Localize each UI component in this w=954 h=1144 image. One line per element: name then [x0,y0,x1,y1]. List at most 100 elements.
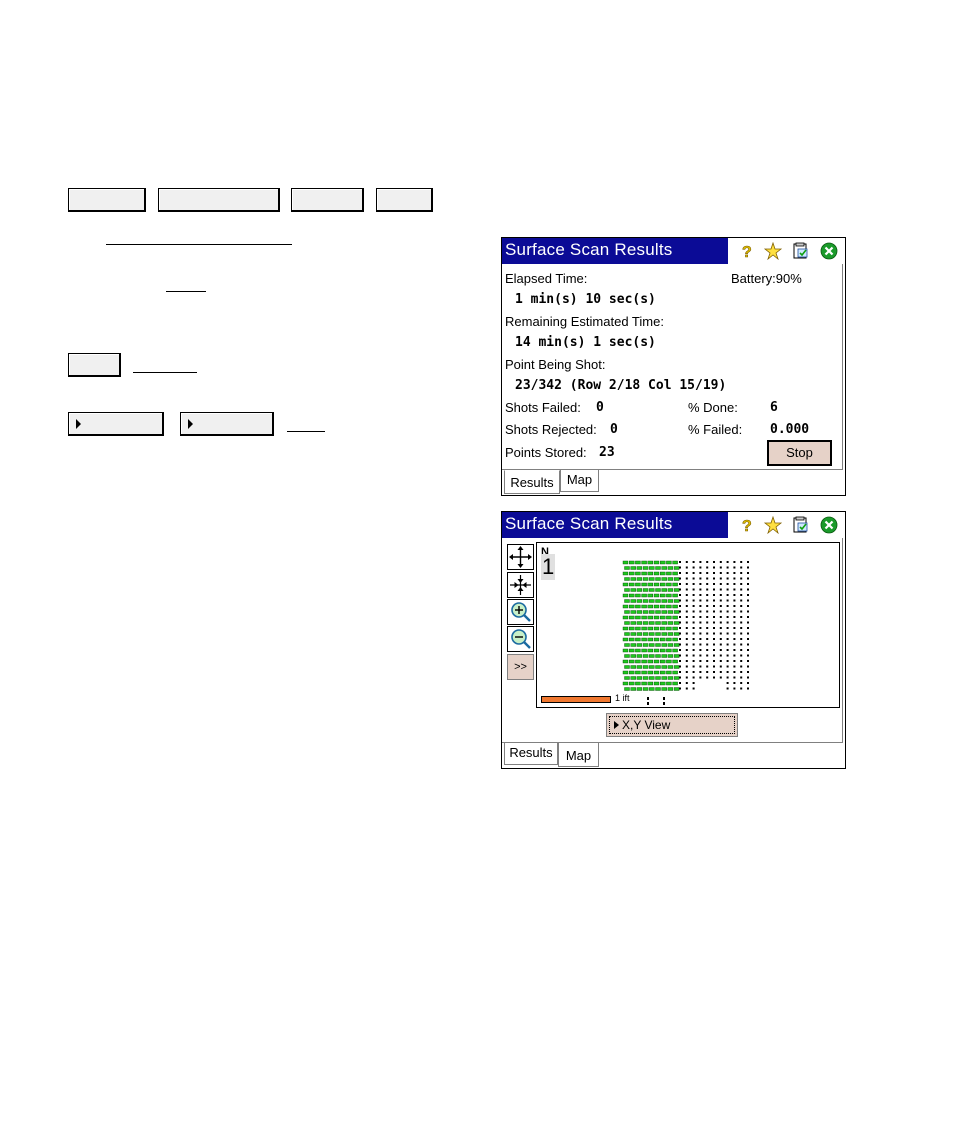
zoom-in-icon [511,602,531,622]
pending-point [733,665,736,668]
scanned-point [642,632,649,636]
underline-link-3 [133,372,197,373]
pending-point [713,632,715,635]
scanned-point [653,681,660,686]
scanned-point [649,621,655,625]
tab-map[interactable]: Map [558,743,599,767]
scale-bar [541,696,611,703]
key-button-2[interactable] [158,188,280,212]
scanned-point [649,610,655,614]
key-button-1[interactable] [68,188,146,212]
pending-point [740,594,743,596]
scanned-point [630,588,636,592]
pending-point [747,588,749,591]
star-icon[interactable] [764,516,782,534]
scanned-point [655,632,661,636]
svg-text:?: ? [742,518,752,534]
scanned-point [630,632,636,636]
help-icon[interactable]: ? [737,242,755,260]
pending-point [740,610,743,613]
pending-point [719,654,722,657]
pending-point [692,649,695,651]
scanned-point [653,571,660,576]
pending-point [699,671,702,673]
pending-point [733,561,736,563]
pending-point [713,627,715,629]
zoom-out-tool[interactable] [507,626,534,652]
tab-results[interactable]: Results [504,470,560,494]
scanned-point [653,637,660,642]
pending-point [726,610,729,613]
scanned-point [673,577,680,581]
pending-point [685,616,688,618]
close-icon[interactable] [820,516,838,534]
scanned-point [655,676,661,680]
stop-button[interactable]: Stop [767,440,832,466]
scale-label: 1 ift [615,693,630,703]
percent-failed-label: % Failed: [688,422,743,437]
key-button-3[interactable] [291,188,364,212]
pending-point [647,702,649,705]
pending-point [740,588,743,591]
pending-point [699,632,702,635]
popup-key-button-2[interactable] [180,412,274,436]
key-button-4[interactable] [376,188,433,212]
scanned-point [666,670,672,675]
pending-point [706,627,709,629]
scanned-point [641,648,647,653]
scanned-point [642,566,649,570]
scanned-point [661,599,667,603]
star-icon[interactable] [764,242,782,260]
pending-point [726,566,729,569]
tab-map[interactable]: Map [560,470,599,492]
pending-point [740,627,743,629]
popup-key-button-1[interactable] [68,412,164,436]
help-icon[interactable]: ? [737,516,755,534]
title-icons: ? [727,238,845,264]
scanned-point [653,560,660,565]
pending-point [719,566,722,569]
scanned-point [635,670,641,675]
scanned-point [635,582,641,587]
pending-point [733,616,736,618]
scanned-point [649,599,655,603]
scanned-point [641,626,647,631]
scanned-point [655,654,661,658]
pending-point [740,632,743,635]
more-tools-button[interactable]: >> [507,654,534,680]
scanned-point [649,588,655,592]
pending-point [692,660,695,662]
scanned-point [628,582,635,587]
scanned-point [659,582,666,587]
scanned-point [647,560,654,565]
pending-point [747,577,749,580]
scanned-point [666,571,672,576]
pending-point [733,632,736,635]
scanned-point [622,670,629,675]
triangle-right-icon [188,419,193,429]
map-view[interactable]: N 1 1 ift [536,542,840,708]
title-bar: Surface Scan Results ? [502,512,845,538]
xy-view-button[interactable]: X,Y View [606,713,738,737]
title-bar: Surface Scan Results ? [502,238,845,264]
pending-point [685,561,688,563]
scanned-point [622,637,629,642]
key-button-5[interactable] [68,353,121,377]
tab-results[interactable]: Results [504,743,558,765]
zoom-extents-tool[interactable] [507,572,534,598]
pan-tool[interactable] [507,544,534,570]
map-panel: >> N 1 1 ift X,Y View [502,538,843,743]
scanned-point [630,610,636,614]
scanned-point [624,654,630,658]
pending-point [679,643,681,646]
pending-point [747,561,749,563]
close-icon[interactable] [820,242,838,260]
checklist-icon[interactable] [792,516,810,534]
scanned-point [636,665,643,669]
pending-point [679,610,681,613]
zoom-in-tool[interactable] [507,599,534,625]
pending-point [726,583,729,585]
shots-rejected-label: Shots Rejected: [505,422,597,437]
pending-point [663,697,665,700]
checklist-icon[interactable] [792,242,810,260]
